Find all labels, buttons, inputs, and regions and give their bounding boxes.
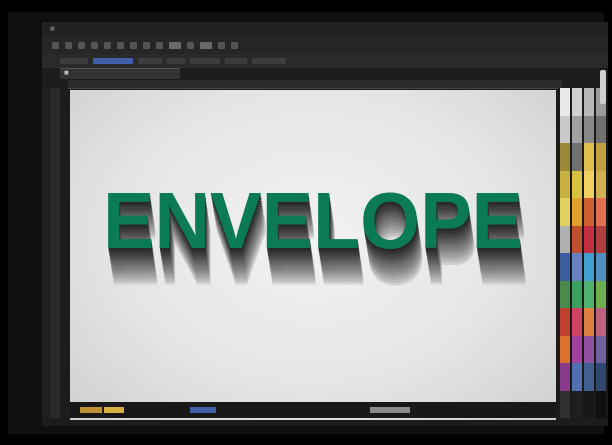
palette-swatch[interactable] — [560, 390, 570, 418]
palette-swatch[interactable] — [560, 335, 570, 363]
palette-column — [560, 88, 570, 418]
palette-swatch[interactable] — [584, 115, 594, 143]
save-button[interactable] — [78, 41, 85, 49]
document-tab-label: ■ — [64, 70, 69, 76]
palette-swatch[interactable] — [596, 335, 606, 363]
palette-column — [572, 88, 582, 418]
palette-swatch[interactable] — [596, 198, 606, 226]
menu-item[interactable]: ■ — [50, 26, 55, 32]
palette-column — [596, 88, 606, 418]
horizontal-ruler[interactable] — [68, 80, 562, 89]
vertical-scrollbar[interactable] — [600, 70, 606, 104]
zoom-level-dropdown[interactable] — [200, 41, 212, 49]
palette-swatch[interactable] — [560, 143, 570, 171]
options-gear-icon[interactable] — [231, 41, 238, 49]
standard-toolbar — [42, 36, 608, 54]
palette-swatch[interactable] — [596, 225, 606, 253]
palette-swatch[interactable] — [560, 198, 570, 226]
palette-swatch[interactable] — [596, 143, 606, 171]
palette-swatch[interactable] — [572, 335, 582, 363]
units-dropdown[interactable] — [190, 58, 220, 64]
palette-swatch[interactable] — [572, 253, 582, 281]
palette-swatch[interactable] — [596, 363, 606, 391]
duplicate-distance-field[interactable] — [252, 58, 286, 64]
nudge-field[interactable] — [225, 58, 247, 64]
document-palette-swatch[interactable] — [104, 407, 124, 413]
palette-swatch[interactable] — [584, 225, 594, 253]
palette-swatch[interactable] — [596, 115, 606, 143]
palette-swatch[interactable] — [572, 198, 582, 226]
palette-swatch[interactable] — [584, 335, 594, 363]
palette-swatch[interactable] — [572, 280, 582, 308]
envelope-artwork[interactable]: ENVELOPEENVELOPEENVELOPEENVELOPEENVELOPE… — [70, 90, 556, 420]
orientation-toggle[interactable] — [167, 58, 185, 64]
property-bar — [42, 54, 608, 68]
copy-button[interactable] — [117, 41, 124, 49]
palette-swatch[interactable] — [572, 308, 582, 336]
palette-swatch[interactable] — [584, 88, 594, 116]
app-window: ■ ■ ENVELOPE ENVELOPE ENVELOPE ENVELOPE … — [42, 22, 608, 426]
drawing-canvas[interactable]: ENVELOPE ENVELOPE ENVELOPE ENVELOPE ENVELOPE… — [70, 90, 556, 420]
palette-swatch[interactable] — [560, 115, 570, 143]
palette-swatch[interactable] — [572, 225, 582, 253]
palette-swatch[interactable] — [572, 170, 582, 198]
palette-swatch[interactable] — [584, 363, 594, 391]
palette-column — [584, 88, 594, 418]
palette-swatch[interactable] — [596, 170, 606, 198]
document-palette — [70, 402, 556, 418]
palette-swatch[interactable] — [560, 280, 570, 308]
document-palette-swatch[interactable] — [80, 407, 102, 413]
toolbox — [42, 88, 50, 418]
palette-swatch[interactable] — [572, 143, 582, 171]
palette-swatch[interactable] — [596, 280, 606, 308]
palette-swatch[interactable] — [584, 198, 594, 226]
paste-button[interactable] — [130, 41, 137, 49]
print-button[interactable] — [91, 41, 98, 49]
snap-to-button[interactable] — [218, 41, 225, 49]
vertical-ruler[interactable] — [50, 88, 60, 418]
palette-swatch[interactable] — [596, 308, 606, 336]
palette-swatch[interactable] — [572, 390, 582, 418]
palette-swatch[interactable] — [596, 253, 606, 281]
palette-swatch[interactable] — [584, 308, 594, 336]
new-document-button[interactable] — [52, 41, 59, 49]
page-height-field[interactable] — [138, 58, 162, 64]
export-button[interactable] — [187, 41, 194, 49]
palette-swatch[interactable] — [560, 88, 570, 116]
palette-swatch[interactable] — [572, 363, 582, 391]
palette-swatch[interactable] — [572, 88, 582, 116]
document-palette-swatch[interactable] — [370, 407, 410, 413]
palette-swatch[interactable] — [584, 143, 594, 171]
menu-bar: ■ — [42, 22, 608, 36]
palette-swatch[interactable] — [572, 115, 582, 143]
undo-button[interactable] — [143, 41, 150, 49]
color-palette-docker — [558, 88, 608, 418]
page-width-field[interactable] — [93, 58, 133, 64]
document-tab[interactable]: ■ — [60, 68, 180, 79]
palette-swatch[interactable] — [596, 390, 606, 418]
document-palette-swatch[interactable] — [190, 407, 216, 413]
import-button[interactable] — [169, 41, 181, 49]
redo-button[interactable] — [156, 41, 163, 49]
page-size-dropdown[interactable] — [60, 58, 88, 64]
palette-swatch[interactable] — [584, 170, 594, 198]
palette-swatch[interactable] — [560, 170, 570, 198]
palette-swatch[interactable] — [560, 253, 570, 281]
palette-swatch[interactable] — [560, 225, 570, 253]
palette-swatch[interactable] — [560, 308, 570, 336]
cut-button[interactable] — [104, 41, 111, 49]
palette-swatch[interactable] — [584, 280, 594, 308]
palette-swatch[interactable] — [560, 363, 570, 391]
open-button[interactable] — [65, 41, 72, 49]
envelope-text[interactable]: ENVELOPE — [103, 176, 523, 265]
palette-swatch[interactable] — [584, 253, 594, 281]
palette-swatch[interactable] — [584, 390, 594, 418]
